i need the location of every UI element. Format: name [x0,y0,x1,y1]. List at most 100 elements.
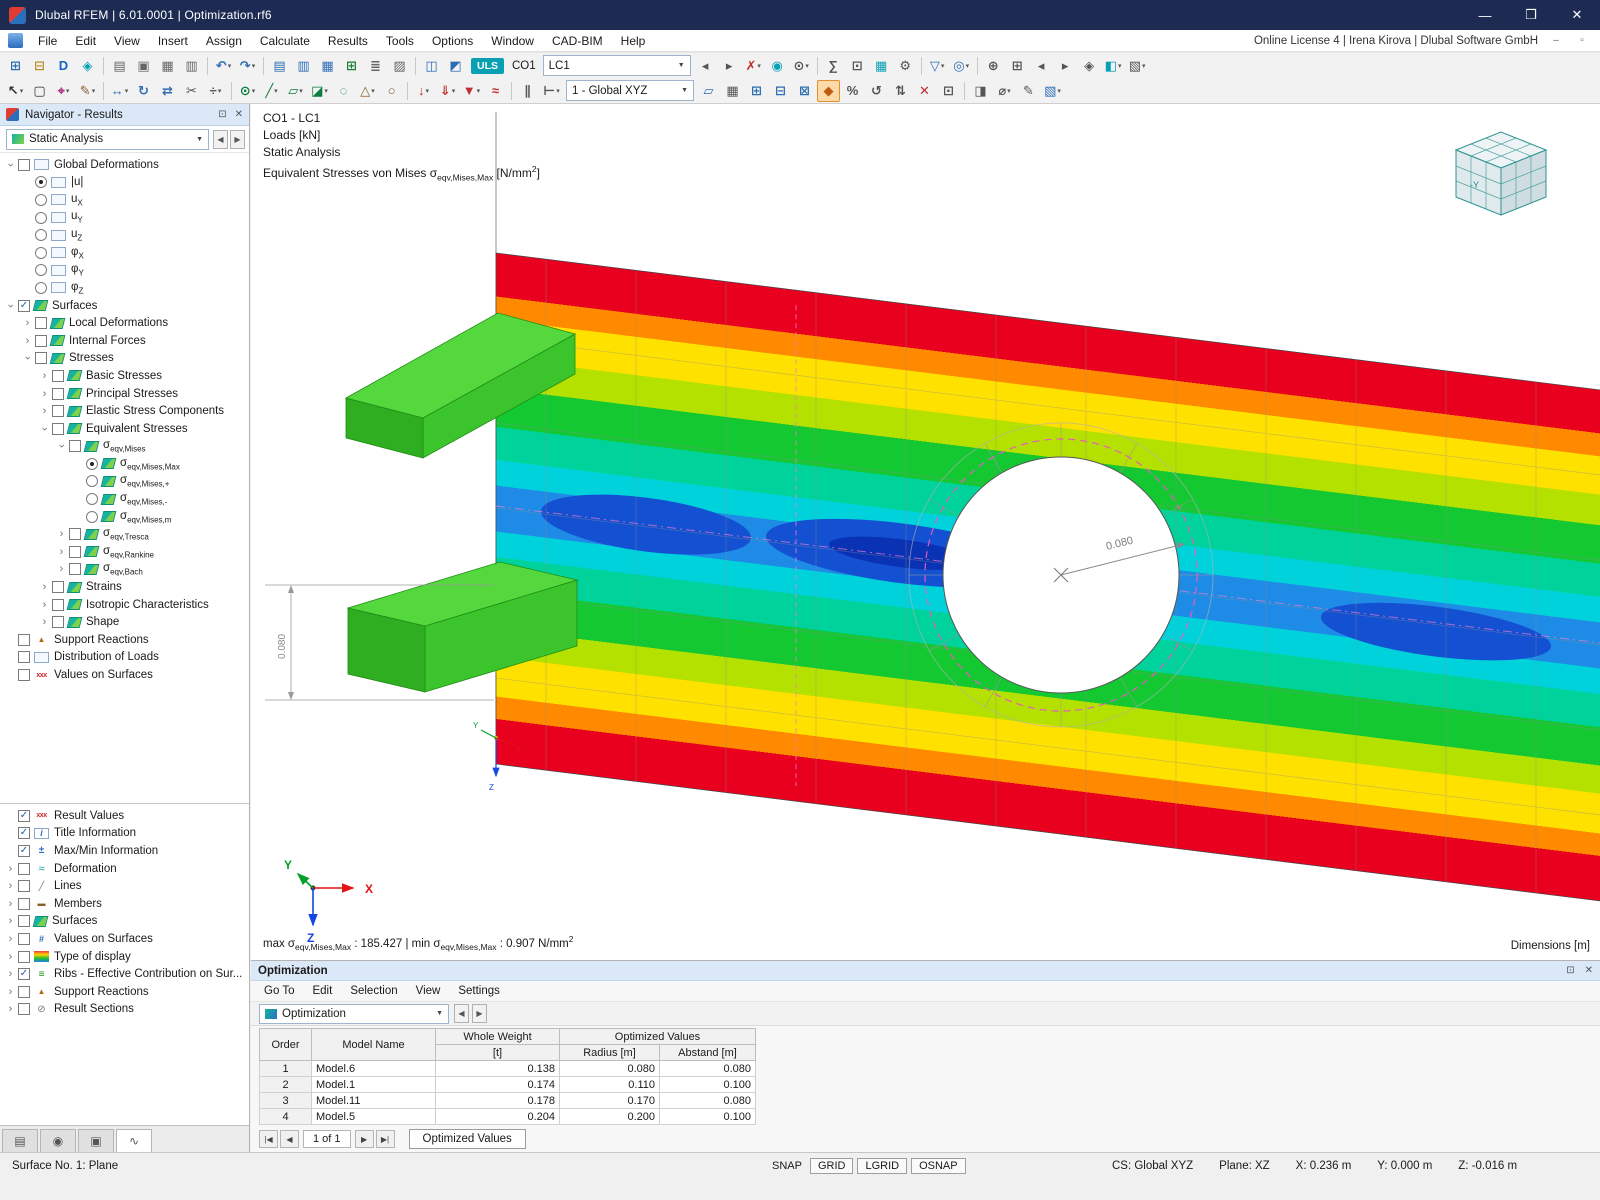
expander-icon[interactable]: › [55,563,68,575]
nav-item-distribution-of-loads[interactable]: Distribution of Loads [0,649,249,667]
model-name-column-header[interactable]: Model Name [311,1028,436,1061]
menu-cad-bim[interactable]: CAD-BIM [543,30,612,52]
menu-assign[interactable]: Assign [197,30,251,52]
checkbox[interactable] [18,932,30,945]
nav-item-strains[interactable]: › Strains [0,578,249,596]
result-diagram-button[interactable]: ≣ [364,55,387,77]
tab-optimized-values[interactable]: Optimized Values [408,1129,526,1149]
expander-icon[interactable]: › [4,968,17,980]
export-tables-button[interactable]: ⊞ [340,55,363,77]
delete-results-button[interactable]: ✗ ▾ [742,55,765,77]
checkbox[interactable]: ✓ [18,827,30,840]
nodal-load-button[interactable]: ↓ ▾ [412,80,435,102]
nav-item-eqv-mises-m[interactable]: σeqv,Mises,m [0,508,249,526]
save-button[interactable]: ▣ [132,55,155,77]
checkbox[interactable] [69,440,81,453]
whole-weight-column-header[interactable]: Whole Weight [435,1028,560,1045]
nav-item-basic-stresses[interactable]: › Basic Stresses [0,367,249,385]
previous-load-case-button[interactable]: ◂ [694,55,717,77]
load-combinations-button[interactable]: ◩ [444,55,467,77]
table-layout-1-button[interactable]: ▤ [268,55,291,77]
nav-item-y[interactable]: φY [0,262,249,280]
display-item-lines[interactable]: › Lines [0,877,249,895]
checkbox[interactable]: ✓ [18,809,30,822]
plane-xy-button[interactable]: ⊞ [745,80,768,102]
expander-icon[interactable]: › [4,951,17,963]
open-model-button[interactable]: ⊟ [28,55,51,77]
radio[interactable] [86,493,98,506]
checkbox[interactable] [69,563,81,576]
radio[interactable] [35,246,47,259]
new-support-button[interactable]: △ ▾ [356,80,379,102]
notes-button[interactable]: ✎ [1017,80,1040,102]
next-table-button[interactable]: ▶ [472,1004,487,1023]
table-row[interactable]: 2 Model.1 0.174 0.110 0.100 [259,1076,756,1093]
expander-icon[interactable]: › [5,158,17,171]
display-item-deformation[interactable]: › Deformation [0,860,249,878]
radio[interactable] [35,193,47,206]
checkbox[interactable]: ✓ [18,844,30,857]
radius-column-header[interactable]: Radius [m] [559,1044,660,1061]
radio[interactable] [86,457,98,470]
grid-toggle[interactable]: GRID [809,1158,854,1174]
minimize-button[interactable]: — [1462,0,1508,30]
opt-menu-edit[interactable]: Edit [303,985,341,997]
rotate-view-button[interactable]: ↺ [865,80,888,102]
load-case-combo[interactable]: LC1 ▼ [542,55,691,76]
checkbox[interactable] [52,405,64,418]
display-item-title-information[interactable]: ✓ Title Information [0,825,249,843]
display-item-result-values[interactable]: ✓ Result Values [0,807,249,825]
checkbox[interactable] [18,985,30,998]
show-result-values-button[interactable]: ⊙ ▾ [790,55,813,77]
expander-icon[interactable]: › [38,388,51,400]
dock-icon[interactable]: ⊡ [218,109,226,120]
checkbox[interactable] [69,545,81,558]
nav-item-stresses[interactable]: › Stresses [0,350,249,368]
guidelines-button[interactable]: ∥ [516,80,539,102]
checkbox[interactable] [18,897,30,910]
tab-results-chart[interactable]: ∿ [116,1129,152,1152]
new-solid-button[interactable]: ◪ ▾ [308,80,331,102]
printout-button[interactable]: ▨ [388,55,411,77]
radio[interactable] [35,211,47,224]
table-layout-2-button[interactable]: ▥ [292,55,315,77]
close-button[interactable]: ✕ [1554,0,1600,30]
previous-view-button[interactable]: ◂ [1030,55,1053,77]
nav-item-shape[interactable]: › Shape [0,613,249,631]
nav-item-eqv-mises[interactable]: σeqv,Mises,- [0,490,249,508]
expander-icon[interactable]: › [38,405,51,417]
zoom-window-button[interactable]: ⊞ [1006,55,1029,77]
plane-yz-button[interactable]: ⊟ [769,80,792,102]
selection-filter-button[interactable]: ▽ ▾ [926,55,949,77]
plane-xz-button[interactable]: ⊠ [793,80,816,102]
menu-insert[interactable]: Insert [149,30,197,52]
table-row[interactable]: 3 Model.11 0.178 0.170 0.080 [259,1092,756,1109]
optimized-values-column-header[interactable]: Optimized Values [559,1028,756,1045]
snap-settings-button[interactable]: ⌖ ▾ [52,80,75,102]
clipping-plane-button[interactable]: ◨ [969,80,992,102]
menu-edit[interactable]: Edit [66,30,105,52]
expander-icon[interactable]: › [4,898,17,910]
work-plane-button[interactable]: ▱ [697,80,720,102]
model-view-canvas[interactable]: 0.080 0.080 X Y Z Y X Z -Y [251,104,1600,960]
expander-icon[interactable]: › [4,933,17,945]
menu-window[interactable]: Window [482,30,543,52]
zoom-in-button[interactable]: ⊕ [982,55,1005,77]
display-item-members[interactable]: › Members [0,895,249,913]
fe-mesh-button[interactable]: ▦ [870,55,893,77]
load-cases-button[interactable]: ◫ [420,55,443,77]
snap-active-button[interactable]: ◆ [817,79,840,102]
model-viewport[interactable]: 0.080 0.080 X Y Z Y X Z -Y CO1 - LC1 Loa… [251,104,1600,960]
expander-icon[interactable]: › [55,546,68,558]
nav-item-internal-forces[interactable]: › Internal Forces [0,332,249,350]
expander-icon[interactable]: › [38,581,51,593]
percent-display-button[interactable]: % [841,80,864,102]
nav-item-u-x[interactable]: uX [0,191,249,209]
checkbox[interactable] [52,598,64,611]
checkbox[interactable]: ✓ [18,299,30,312]
expander-icon[interactable]: › [4,986,17,998]
nav-item-u-z[interactable]: uZ [0,226,249,244]
checkbox[interactable] [35,352,47,365]
menu-calculate[interactable]: Calculate [251,30,319,52]
color-scale-button[interactable]: ▧ ▾ [1041,80,1064,102]
